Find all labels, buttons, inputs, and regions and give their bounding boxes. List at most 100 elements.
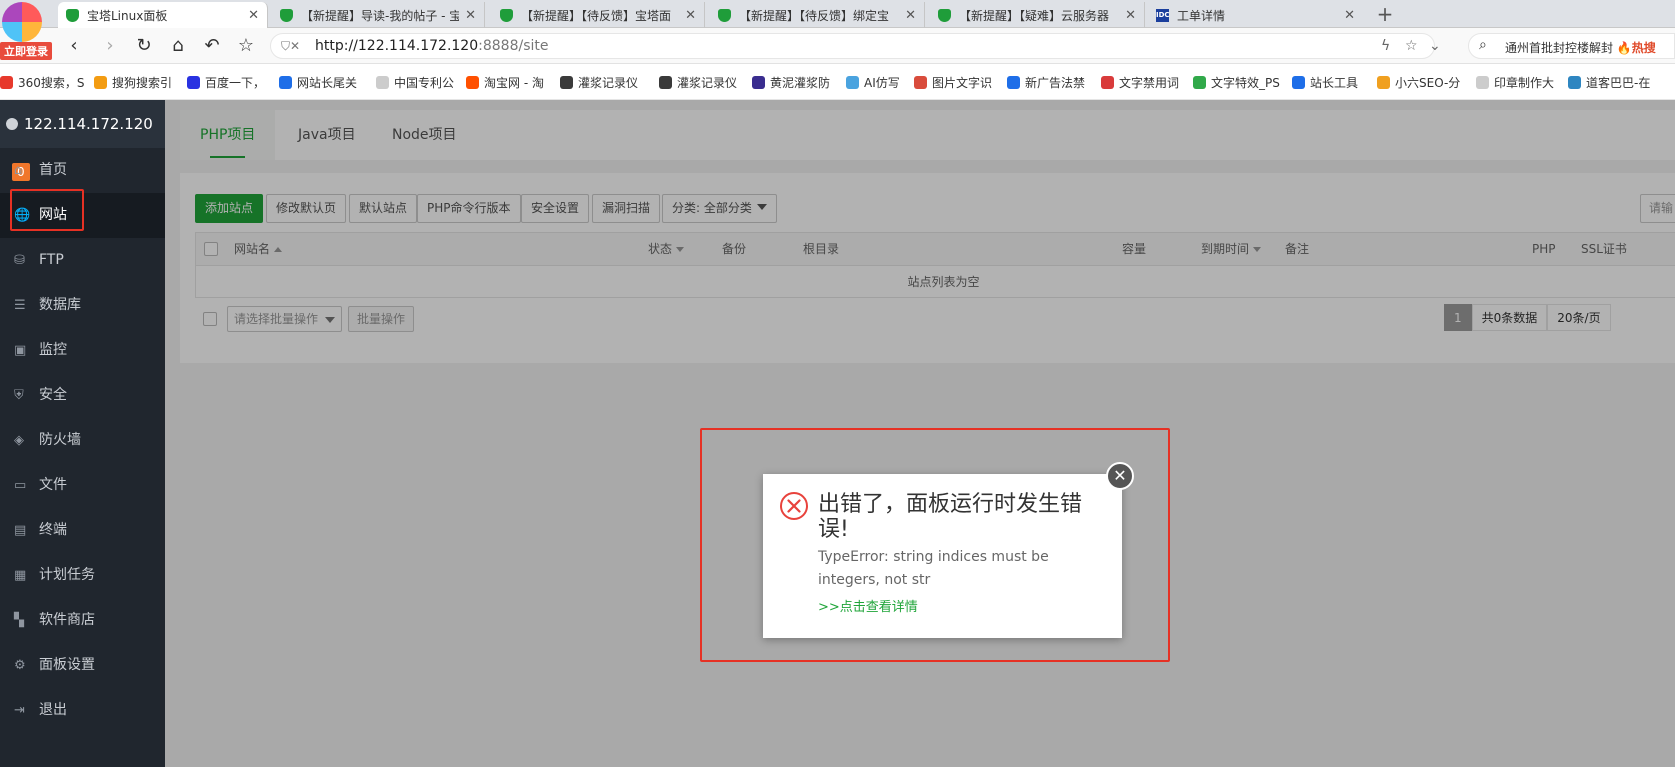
browser-tab[interactable]: 【新提醒】【疑难】云服务器 ✕: [930, 2, 1145, 28]
new-tab-button[interactable]: +: [1372, 2, 1398, 28]
sidebar-item-database[interactable]: ☰ 数据库: [0, 283, 165, 328]
sidebar-item-files[interactable]: ▭ 文件: [0, 463, 165, 508]
bookmark-item[interactable]: 图片文字识: [914, 74, 992, 91]
close-icon[interactable]: ✕: [685, 8, 696, 23]
sidebar-item-cron[interactable]: ▦ 计划任务: [0, 553, 165, 598]
server-host: 122.114.172.1200: [0, 100, 165, 181]
close-icon[interactable]: ✕: [465, 8, 476, 23]
tab-title: 工单详情: [1177, 8, 1226, 23]
close-icon[interactable]: ✕: [905, 8, 916, 23]
bookmark-favicon-icon: [1292, 76, 1305, 89]
database-icon: ☰: [14, 298, 26, 313]
forward-icon[interactable]: ›: [100, 36, 120, 56]
bookmark-item[interactable]: 搜狗搜索引: [94, 74, 172, 91]
browser-logo-icon[interactable]: [2, 2, 42, 42]
sidebar-item-monitor[interactable]: ▣ 监控: [0, 328, 165, 373]
shield-icon: [500, 8, 513, 22]
bookmark-favicon-icon: [1476, 76, 1489, 89]
bookmark-label: 百度一下，: [205, 76, 266, 90]
bookmark-favicon-icon: [560, 76, 573, 89]
tab-title: 【新提醒】【疑难】云服务器: [959, 8, 1110, 23]
bookmark-item[interactable]: 360搜索，S: [0, 74, 85, 91]
bookmark-item[interactable]: 灌浆记录仪: [560, 74, 638, 91]
bookmark-label: 图片文字识: [932, 76, 993, 90]
shield-icon: [280, 8, 293, 22]
bookmark-item[interactable]: 淘宝网 - 淘: [466, 74, 544, 91]
bookmark-item[interactable]: 小六SEO-分: [1377, 74, 1460, 91]
bookmark-star-icon[interactable]: ☆: [1405, 38, 1418, 54]
sidebar-item-label: 软件商店: [39, 612, 95, 628]
bookmark-label: 360搜索，S: [18, 76, 85, 90]
sidebar-item-label: 退出: [39, 702, 67, 718]
bookmark-item[interactable]: 道客巴巴-在: [1568, 74, 1650, 91]
bookmark-label: 小六SEO-分: [1395, 76, 1461, 90]
bookmark-label: 黄泥灌浆防: [770, 76, 831, 90]
browser-tab[interactable]: 【新提醒】【待反馈】宝塔面 ✕: [492, 2, 705, 28]
sidebar-item-settings[interactable]: ⚙ 面板设置: [0, 643, 165, 688]
bookmark-label: 中国专利公: [394, 76, 455, 90]
browser-tab[interactable]: IDC 工单详情 ✕: [1148, 2, 1363, 28]
bookmark-item[interactable]: 印章制作大: [1476, 74, 1554, 91]
close-icon[interactable]: ✕: [1125, 8, 1136, 23]
bookmark-item[interactable]: 百度一下，: [187, 74, 265, 91]
bookmark-item[interactable]: 文字禁用词: [1101, 74, 1179, 91]
home-icon[interactable]: ⌂: [168, 36, 188, 56]
chevron-down-icon[interactable]: ⌄: [1429, 38, 1441, 54]
sidebar-item-firewall[interactable]: ◈ 防火墙: [0, 418, 165, 463]
idc-icon: IDC: [1156, 8, 1170, 22]
bookmark-label: 灌浆记录仪: [578, 76, 639, 90]
bookmark-item[interactable]: 站长工具: [1292, 74, 1358, 91]
shield-icon: [66, 8, 79, 22]
sidebar-item-ftp[interactable]: ⛁ FTP: [0, 238, 165, 283]
search-box[interactable]: ⌕ 通州首批封控楼解封 🔥热搜: [1468, 33, 1675, 59]
sidebar-item-logout[interactable]: ⇥ 退出: [0, 688, 165, 733]
sidebar-item-app-store[interactable]: ▚ 软件商店: [0, 598, 165, 643]
bookmark-label: 搜狗搜索引: [112, 76, 173, 90]
browser-tab[interactable]: 宝塔Linux面板 ✕: [58, 2, 268, 28]
sidebar-item-label: 首页: [39, 162, 67, 178]
login-badge[interactable]: 立即登录: [0, 42, 52, 60]
address-bar[interactable]: ⛉✕ http://122.114.172.120:8888/site ϟ ☆ …: [270, 33, 1441, 59]
lightning-icon[interactable]: ϟ: [1381, 38, 1390, 54]
bookmark-favicon-icon: [187, 76, 200, 89]
shield-icon: [718, 8, 731, 22]
insecure-lock-icon[interactable]: ⛉✕: [281, 39, 300, 54]
host-ip: 122.114.172.120: [24, 115, 153, 133]
star-icon[interactable]: ☆: [236, 36, 256, 56]
bookmark-label: 印章制作大: [1494, 76, 1555, 90]
sidebar-item-security[interactable]: ⛨ 安全: [0, 373, 165, 418]
tab-title: 【新提醒】【待反馈】宝塔面: [521, 8, 672, 23]
undo-icon[interactable]: ↶: [202, 36, 222, 56]
bookmark-item[interactable]: 灌浆记录仪: [659, 74, 737, 91]
highlight-box: [10, 189, 84, 231]
bookmark-label: 文字特效_PS: [1211, 76, 1280, 90]
bookmark-item[interactable]: 文字特效_PS: [1193, 74, 1280, 91]
sidebar-item-terminal[interactable]: ▤ 终端: [0, 508, 165, 553]
url-text[interactable]: http://122.114.172.120:8888/site: [315, 38, 549, 54]
bookmark-favicon-icon: [376, 76, 389, 89]
search-icon: ⌕: [1479, 37, 1487, 53]
tab-title: 【新提醒】【待反馈】绑定宝: [739, 8, 890, 23]
bookmark-item[interactable]: 新广告法禁: [1007, 74, 1085, 91]
bookmarks-bar: 360搜索，S 搜狗搜索引 百度一下， 网站长尾关 中国专利公 淘宝网 - 淘 灌浆记录仪 灌…: [0, 64, 1675, 100]
close-icon[interactable]: ✕: [1344, 8, 1355, 23]
bookmark-favicon-icon: [659, 76, 672, 89]
view-details-link[interactable]: >>点击查看详情: [818, 596, 918, 615]
address-row: ‹ › ↻ ⌂ ↶ ☆ ⛉✕ http://122.114.172.120:88…: [0, 28, 1675, 64]
gear-icon: ⚙: [14, 658, 26, 673]
close-icon[interactable]: ✕: [1106, 462, 1134, 490]
bookmark-item[interactable]: 黄泥灌浆防: [752, 74, 830, 91]
ftp-icon: ⛁: [14, 253, 25, 268]
bookmark-label: 道客巴巴-在: [1586, 76, 1651, 90]
browser-tab[interactable]: 【新提醒】导读-我的帖子 - 宝 ✕: [272, 2, 485, 28]
sidebar-item-home[interactable]: ⌂ 首页: [0, 148, 165, 193]
close-icon[interactable]: ✕: [248, 8, 259, 23]
back-icon[interactable]: ‹: [64, 36, 84, 56]
browser-tab[interactable]: 【新提醒】【待反馈】绑定宝 ✕: [710, 2, 925, 28]
sidebar-item-label: 防火墙: [39, 432, 81, 448]
bookmark-item[interactable]: AI仿写: [846, 74, 900, 91]
bookmark-item[interactable]: 网站长尾关: [279, 74, 357, 91]
bookmark-favicon-icon: [1007, 76, 1020, 89]
bookmark-item[interactable]: 中国专利公: [376, 74, 454, 91]
reload-icon[interactable]: ↻: [134, 36, 154, 56]
